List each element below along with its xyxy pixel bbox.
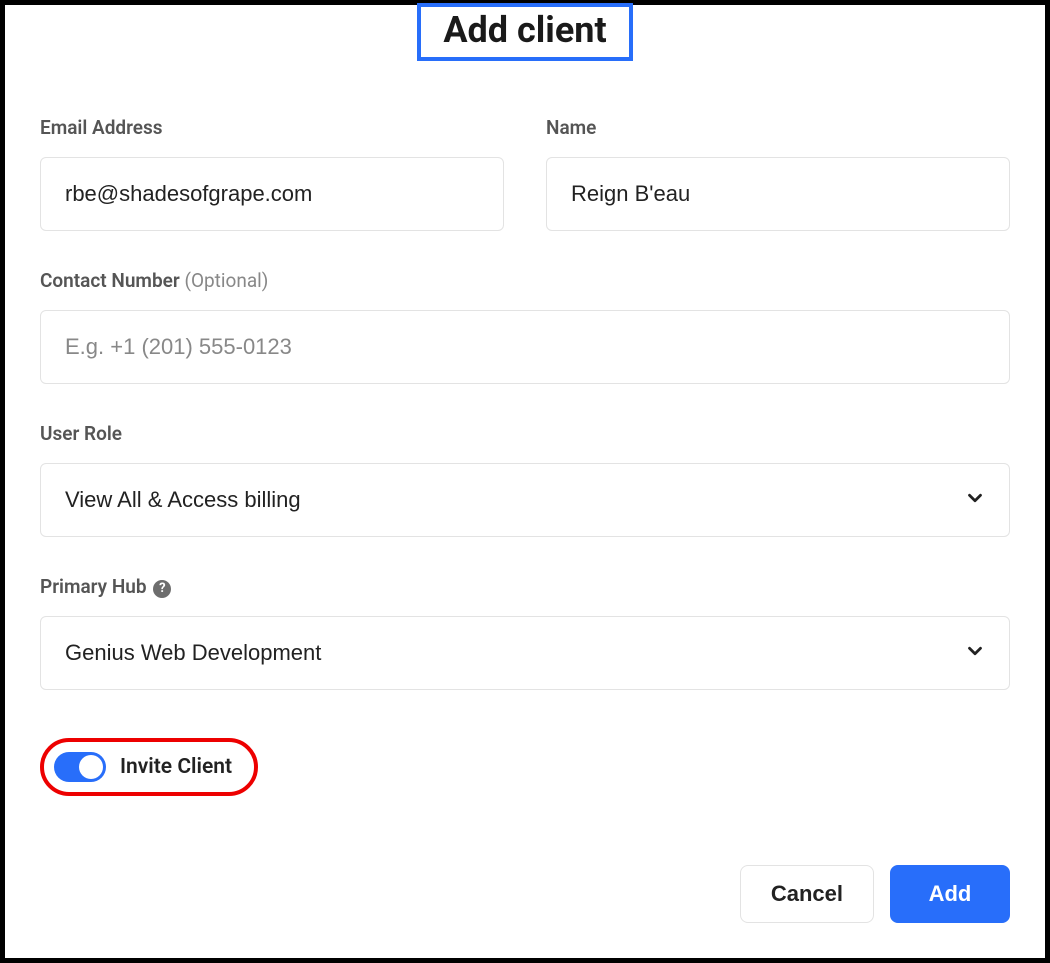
field-group-email: Email Address	[40, 116, 504, 231]
label-role: User Role	[40, 422, 1010, 445]
invite-client-toggle[interactable]	[54, 752, 106, 782]
cancel-button[interactable]: Cancel	[740, 865, 874, 923]
name-input[interactable]	[546, 157, 1010, 231]
label-hub-text: Primary Hub	[40, 575, 147, 598]
help-icon[interactable]: ?	[153, 580, 171, 598]
add-button[interactable]: Add	[890, 865, 1010, 923]
invite-client-row: Invite Client	[40, 738, 258, 796]
label-hub: Primary Hub ?	[40, 575, 1010, 598]
label-contact: Contact Number (Optional)	[40, 269, 1010, 292]
row-email-name: Email Address Name	[40, 116, 1010, 231]
toggle-knob	[79, 755, 103, 779]
dialog-header: Add client	[40, 5, 1010, 61]
role-select-value: View All & Access billing	[65, 487, 301, 513]
field-group-contact: Contact Number (Optional)	[40, 269, 1010, 384]
hub-select[interactable]: Genius Web Development	[40, 616, 1010, 690]
label-contact-optional: (Optional)	[184, 269, 268, 292]
role-select[interactable]: View All & Access billing	[40, 463, 1010, 537]
email-input[interactable]	[40, 157, 504, 231]
field-group-name: Name	[546, 116, 1010, 231]
label-contact-text: Contact Number	[40, 269, 180, 292]
role-select-wrap: View All & Access billing	[40, 463, 1010, 537]
dialog-title: Add client	[417, 3, 632, 61]
hub-select-wrap: Genius Web Development	[40, 616, 1010, 690]
add-client-dialog: Add client Email Address Name Contact Nu…	[0, 0, 1050, 963]
action-row: Cancel Add	[740, 865, 1010, 923]
invite-client-label: Invite Client	[120, 755, 232, 779]
label-name: Name	[546, 116, 1010, 139]
label-email: Email Address	[40, 116, 504, 139]
contact-input[interactable]	[40, 310, 1010, 384]
hub-select-value: Genius Web Development	[65, 640, 321, 666]
field-group-role: User Role View All & Access billing	[40, 422, 1010, 537]
field-group-hub: Primary Hub ? Genius Web Development	[40, 575, 1010, 690]
